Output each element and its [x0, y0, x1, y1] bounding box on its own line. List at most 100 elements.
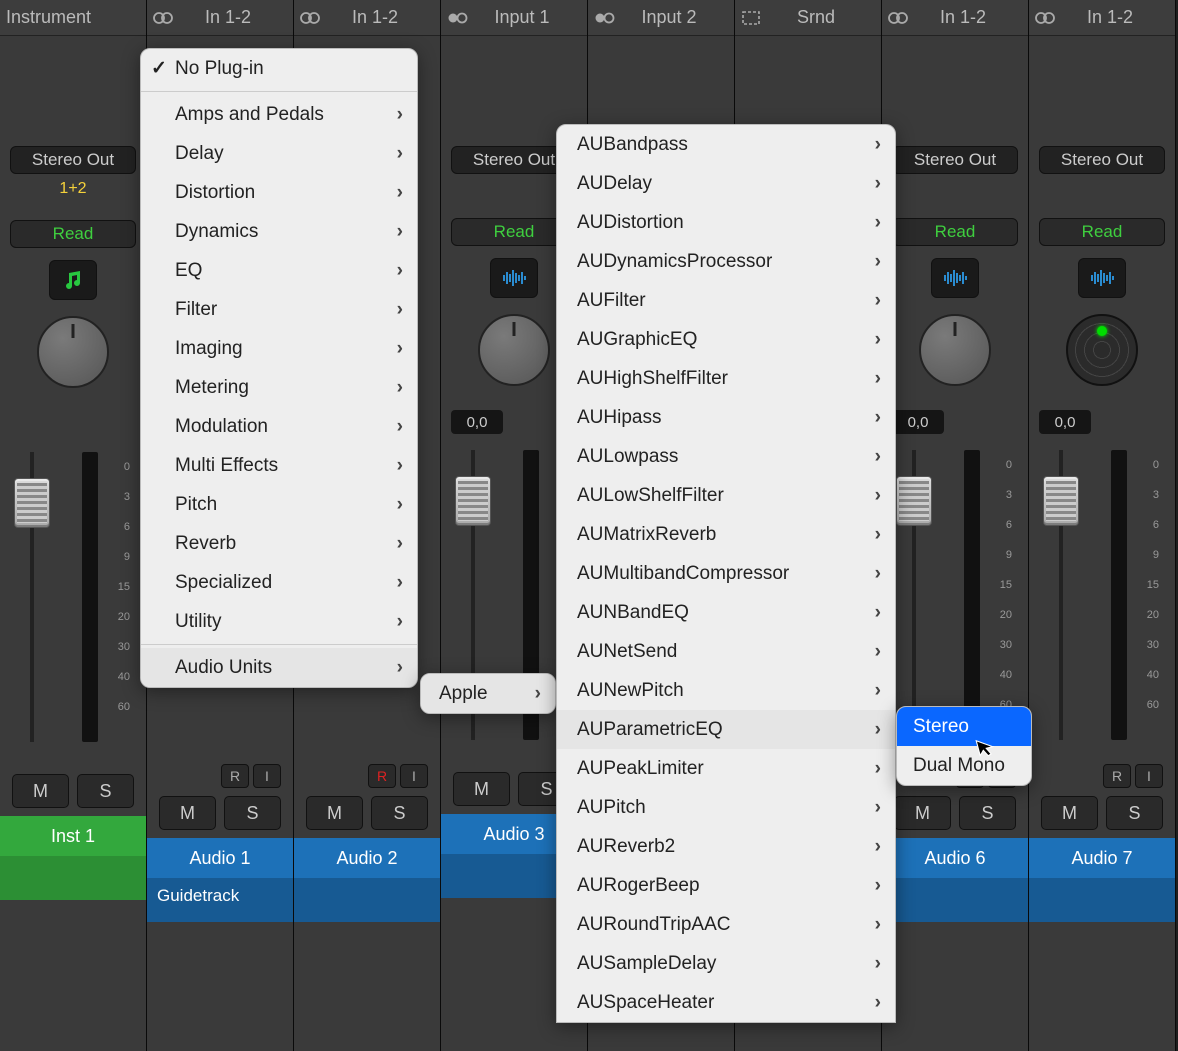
menu-item-plugin[interactable]: AUHighShelfFilter› [557, 359, 895, 398]
output-selector[interactable]: Stereo Out [1039, 146, 1165, 174]
track-name[interactable]: Audio 1 [147, 838, 293, 878]
fader-handle[interactable] [896, 476, 932, 526]
menu-item-plugin[interactable]: AUReverb2› [557, 827, 895, 866]
menu-item-category[interactable]: Reverb› [141, 524, 417, 563]
menu-item-category[interactable]: Distortion› [141, 173, 417, 212]
menu-item-category[interactable]: Imaging› [141, 329, 417, 368]
menu-item-no-plugin[interactable]: No Plug-in [141, 49, 417, 88]
track-name[interactable]: Audio 2 [294, 838, 440, 878]
menu-item-category[interactable]: Pitch› [141, 485, 417, 524]
menu-item-plugin[interactable]: AUPitch› [557, 788, 895, 827]
menu-item-plugin[interactable]: AULowShelfFilter› [557, 476, 895, 515]
menu-item-plugin[interactable]: AULowpass› [557, 437, 895, 476]
menu-item-plugin[interactable]: AUNetSend› [557, 632, 895, 671]
plugin-list-menu[interactable]: AUBandpass›AUDelay›AUDistortion›AUDynami… [556, 124, 896, 1023]
fader-handle[interactable] [1043, 476, 1079, 526]
automation-mode-button[interactable]: Read [10, 220, 136, 248]
solo-button[interactable]: S [224, 796, 281, 830]
menu-item-plugin[interactable]: AUDynamicsProcessor› [557, 242, 895, 281]
output-selector[interactable]: Stereo Out [892, 146, 1018, 174]
send-label[interactable]: 1+2 [43, 180, 103, 202]
mute-button[interactable]: M [306, 796, 363, 830]
track-icon[interactable] [1078, 258, 1126, 298]
insert-slots[interactable] [0, 36, 146, 142]
track-subname[interactable] [0, 856, 146, 900]
track-name[interactable]: Inst 1 [0, 816, 146, 856]
menu-item-plugin[interactable]: AUNBandEQ› [557, 593, 895, 632]
automation-mode-button[interactable]: Read [892, 218, 1018, 246]
io-header[interactable]: Srnd [735, 0, 881, 36]
menu-item-plugin[interactable]: AUMatrixReverb› [557, 515, 895, 554]
solo-button[interactable]: S [1106, 796, 1163, 830]
fader-handle[interactable] [14, 478, 50, 528]
menu-item-plugin[interactable]: AUNewPitch› [557, 671, 895, 710]
pan-value[interactable]: 0,0 [892, 410, 944, 434]
pan-knob[interactable] [37, 316, 109, 388]
menu-item-plugin[interactable]: AURoundTripAAC› [557, 905, 895, 944]
io-header[interactable]: Input 1 [441, 0, 587, 36]
menu-item-plugin[interactable]: AUBandpass› [557, 125, 895, 164]
menu-item-channel-mode[interactable]: Stereo [897, 707, 1031, 746]
menu-item-category[interactable]: EQ› [141, 251, 417, 290]
menu-item-category[interactable]: Utility› [141, 602, 417, 641]
plugin-channel-menu[interactable]: StereoDual Mono [896, 706, 1032, 786]
menu-item-category[interactable]: Modulation› [141, 407, 417, 446]
menu-item-plugin[interactable]: AUFilter› [557, 281, 895, 320]
track-icon[interactable] [931, 258, 979, 298]
menu-item-plugin[interactable]: AURogerBeep› [557, 866, 895, 905]
menu-item-category[interactable]: Dynamics› [141, 212, 417, 251]
menu-item-plugin[interactable]: AUDelay› [557, 164, 895, 203]
track-icon[interactable] [490, 258, 538, 298]
mute-button[interactable]: M [894, 796, 951, 830]
track-subname[interactable]: Guidetrack [147, 878, 293, 922]
pan-value[interactable]: 0,0 [1039, 410, 1091, 434]
menu-item-category[interactable]: Amps and Pedals› [141, 95, 417, 134]
solo-button[interactable]: S [371, 796, 428, 830]
menu-item-plugin[interactable]: AUGraphicEQ› [557, 320, 895, 359]
menu-item-category[interactable]: Specialized› [141, 563, 417, 602]
menu-item-plugin[interactable]: AUPeakLimiter› [557, 749, 895, 788]
menu-item-plugin[interactable]: AUHipass› [557, 398, 895, 437]
mute-button[interactable]: M [12, 774, 69, 808]
mute-button[interactable]: M [1041, 796, 1098, 830]
menu-item-plugin[interactable]: AUParametricEQ› [557, 710, 895, 749]
menu-item-category[interactable]: Metering› [141, 368, 417, 407]
surround-panner[interactable] [1066, 314, 1138, 386]
menu-item-plugin[interactable]: AUMultibandCompressor› [557, 554, 895, 593]
pan-knob[interactable] [919, 314, 991, 386]
track-name[interactable]: Audio 7 [1029, 838, 1175, 878]
mute-button[interactable]: M [159, 796, 216, 830]
menu-item-plugin[interactable]: AUSampleDelay› [557, 944, 895, 983]
io-header[interactable]: Input 2 [588, 0, 734, 36]
pan-knob[interactable] [478, 314, 550, 386]
solo-button[interactable]: S [77, 774, 134, 808]
solo-button[interactable]: S [959, 796, 1016, 830]
mute-button[interactable]: M [453, 772, 510, 806]
automation-mode-button[interactable]: Read [1039, 218, 1165, 246]
menu-item-vendor[interactable]: Apple› [421, 674, 555, 713]
menu-item-channel-mode[interactable]: Dual Mono [897, 746, 1031, 785]
track-subname[interactable] [294, 878, 440, 922]
menu-item-category[interactable]: Multi Effects› [141, 446, 417, 485]
menu-item-category[interactable]: Filter› [141, 290, 417, 329]
menu-item-audio-units[interactable]: Audio Units› [141, 648, 417, 687]
io-header[interactable]: Instrument [0, 0, 146, 36]
track-icon[interactable] [49, 260, 97, 300]
pan-value[interactable]: 0,0 [451, 410, 503, 434]
menu-item-plugin[interactable]: AUDistortion› [557, 203, 895, 242]
plugin-category-menu[interactable]: No Plug-in Amps and Pedals›Delay›Distort… [140, 48, 418, 688]
track-name[interactable]: Audio 6 [882, 838, 1028, 878]
insert-slots[interactable] [882, 36, 1028, 142]
io-header[interactable]: In 1-2 [294, 0, 440, 36]
menu-item-plugin[interactable]: AUSpaceHeater› [557, 983, 895, 1022]
plugin-vendor-menu[interactable]: Apple› [420, 673, 556, 714]
insert-slots[interactable] [1029, 36, 1175, 142]
track-subname[interactable] [882, 878, 1028, 922]
fader-handle[interactable] [455, 476, 491, 526]
menu-item-category[interactable]: Delay› [141, 134, 417, 173]
io-header[interactable]: In 1-2 [147, 0, 293, 36]
io-header[interactable]: In 1-2 [1029, 0, 1175, 36]
output-selector[interactable]: Stereo Out [10, 146, 136, 174]
io-header[interactable]: In 1-2 [882, 0, 1028, 36]
track-subname[interactable] [1029, 878, 1175, 922]
